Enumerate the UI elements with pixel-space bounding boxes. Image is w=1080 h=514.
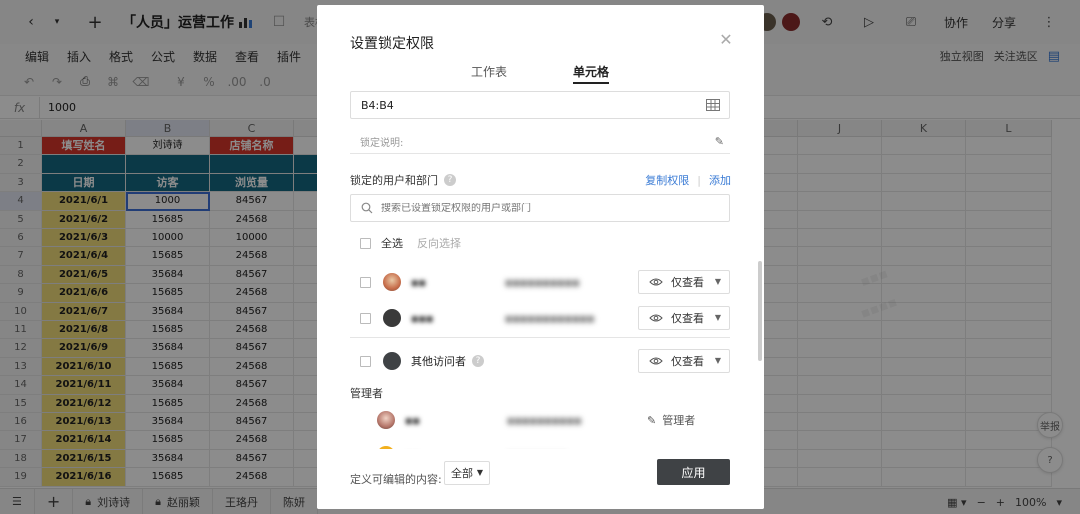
apply-button[interactable]: 应用 <box>657 459 730 485</box>
tab-cell[interactable]: 单元格 <box>573 63 609 80</box>
dialog-title: 设置锁定权限 <box>350 36 434 52</box>
chevron-down-icon: ▼ <box>714 356 721 365</box>
pencil-icon[interactable]: ✎ <box>715 135 724 148</box>
range-value: B4:B4 <box>361 98 394 112</box>
user-search-box[interactable] <box>350 194 730 222</box>
permission-dropdown[interactable]: 仅查看 ▼ <box>638 306 730 330</box>
eye-icon <box>649 314 663 322</box>
grid-select-icon[interactable] <box>705 97 721 113</box>
permission-dropdown[interactable]: 仅查看 ▼ <box>638 349 730 373</box>
manager-department: ▪▪▪▪▪▪▪▪▪▪ <box>507 413 582 427</box>
eye-icon <box>649 357 663 365</box>
dialog-scrollbar[interactable] <box>758 261 762 361</box>
add-link[interactable]: 添加 <box>709 172 731 188</box>
divider <box>350 337 730 338</box>
pencil-icon: ✎ <box>647 413 657 427</box>
managers-title: 管理者 <box>350 387 383 400</box>
manager-role: ✎ 管理者 <box>647 412 695 428</box>
tab-worksheet[interactable]: 工作表 <box>471 63 507 80</box>
select-all-checkbox[interactable] <box>360 237 371 249</box>
tab-underline <box>573 82 609 84</box>
section-title: 锁定的用户和部门 ? <box>350 172 456 188</box>
section-title-text: 锁定的用户和部门 <box>350 174 438 187</box>
avatar <box>383 309 401 327</box>
other-visitors-checkbox[interactable] <box>360 355 371 367</box>
select-all-label[interactable]: 全选 <box>381 235 403 251</box>
dialog-tabs: 工作表 单元格 <box>317 63 764 85</box>
lock-description-field[interactable]: 锁定说明: ✎ <box>350 130 730 154</box>
permission-label: 仅查看 <box>671 355 704 368</box>
lock-description-label: 锁定说明: <box>360 138 404 149</box>
user-row: ▪▪ ▪▪▪▪▪▪▪▪▪▪ 仅查看 ▼ <box>350 267 730 297</box>
user-department: ▪▪▪▪▪▪▪▪▪▪▪▪ <box>505 311 595 325</box>
editable-content-select[interactable]: 全部 ▼ <box>444 461 490 485</box>
editable-content-label: 定义可编辑的内容: <box>350 473 442 486</box>
editable-content-value: 全部 <box>451 467 473 480</box>
visitor-avatar-icon <box>383 352 401 370</box>
help-icon[interactable]: ? <box>444 174 456 186</box>
manager-name: ▪▪ <box>405 413 420 427</box>
dialog-footer: 定义可编辑的内容: 全部 ▼ 应用 <box>317 449 764 509</box>
chevron-down-icon: ▼ <box>476 468 483 477</box>
lock-permission-dialog: 设置锁定权限 ✕ 工作表 单元格 B4:B4 锁定说明: ✎ 锁定的用户和部门 … <box>317 5 764 509</box>
permission-label: 仅查看 <box>671 312 704 325</box>
select-all-row: 全选 反向选择 <box>360 235 461 251</box>
user-checkbox[interactable] <box>360 276 371 288</box>
chevron-down-icon: ▼ <box>714 313 721 322</box>
manager-row: ▪▪ ▪▪▪▪▪▪▪▪▪▪ ✎ 管理者 <box>377 407 730 433</box>
search-icon <box>361 202 373 214</box>
range-input[interactable]: B4:B4 <box>350 91 730 119</box>
permission-dropdown[interactable]: 仅查看 ▼ <box>638 270 730 294</box>
other-visitors-row: 其他访问者 ? 仅查看 ▼ <box>350 346 730 376</box>
user-checkbox[interactable] <box>360 312 371 324</box>
user-row: ▪▪▪ ▪▪▪▪▪▪▪▪▪▪▪▪ 仅查看 ▼ <box>350 303 730 333</box>
permission-label: 仅查看 <box>671 276 704 289</box>
user-name: ▪▪ <box>411 275 426 289</box>
eye-icon <box>649 278 663 286</box>
copy-permission-link[interactable]: 复制权限 <box>645 172 689 188</box>
user-department: ▪▪▪▪▪▪▪▪▪▪ <box>505 275 580 289</box>
invert-select-label[interactable]: 反向选择 <box>417 235 461 251</box>
manager-role-label: 管理者 <box>662 414 696 427</box>
user-name: ▪▪▪ <box>411 311 434 325</box>
section-links: 复制权限 | 添加 <box>645 172 731 188</box>
avatar <box>383 273 401 291</box>
close-icon[interactable]: ✕ <box>717 31 735 49</box>
help-icon[interactable]: ? <box>472 355 484 367</box>
avatar <box>377 411 395 429</box>
divider: | <box>697 173 701 187</box>
user-search-input[interactable] <box>381 202 711 214</box>
other-visitors-label: 其他访问者 <box>411 355 466 368</box>
chevron-down-icon: ▼ <box>714 277 721 286</box>
